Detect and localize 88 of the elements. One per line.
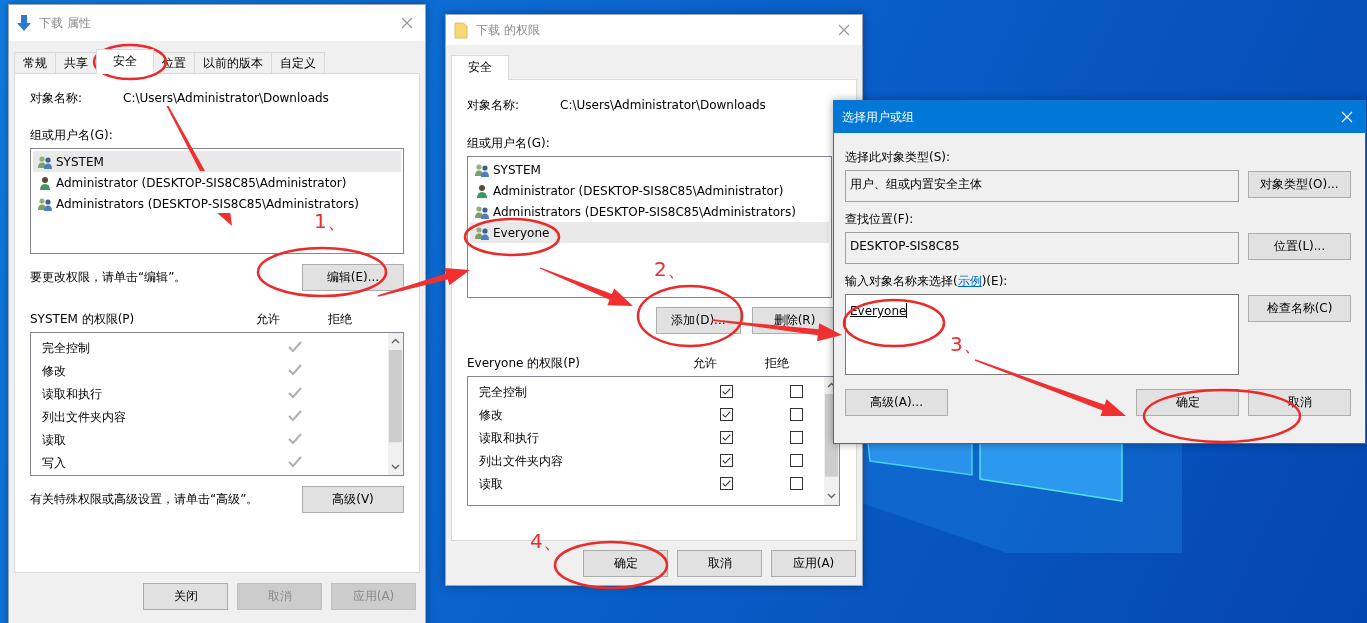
object-types-button[interactable]: 对象类型(O)... <box>1248 171 1351 198</box>
permission-name: 列出文件夹内容 <box>42 409 127 426</box>
user-group-icon <box>474 203 490 220</box>
permission-name: 读取和执行 <box>42 386 103 403</box>
dialog-button[interactable]: 关闭 <box>143 583 228 610</box>
checkbox[interactable] <box>790 407 803 421</box>
permission-name: 读取 <box>479 476 504 493</box>
dialog-button[interactable]: 确定 <box>1136 389 1239 416</box>
window-title: 选择用户或组 <box>842 108 915 126</box>
checkbox[interactable] <box>720 477 733 490</box>
user-list-item[interactable]: Administrators (DESKTOP-SIS8C85\Administrators) <box>470 201 829 222</box>
user-group-icon <box>474 161 490 178</box>
step-number: 4、 <box>530 530 563 552</box>
user-name: Administrator (DESKTOP-SIS8C85\Administrator) <box>56 175 347 190</box>
close-icon[interactable] <box>401 17 413 29</box>
advanced-button[interactable]: 高级(V) <box>302 486 404 513</box>
scrollbar[interactable] <box>388 333 403 475</box>
tab[interactable]: 自定义 <box>271 52 325 73</box>
advanced-button[interactable]: 高级(A)... <box>845 389 948 416</box>
folder-icon <box>454 21 468 39</box>
user-group-icon <box>37 153 53 170</box>
tab[interactable]: 常规 <box>14 52 56 73</box>
dialog-button[interactable]: 取消 <box>677 550 762 577</box>
user-list-item[interactable]: Administrator (DESKTOP-SIS8C85\Administrator) <box>33 172 401 193</box>
step-number: 3、 <box>950 333 983 355</box>
checkbox[interactable] <box>720 408 733 421</box>
checkbox[interactable] <box>790 453 803 467</box>
column-header: 拒绝 <box>765 355 789 371</box>
check-names-button[interactable]: 检查名称(C) <box>1248 295 1351 322</box>
permission-name: 列出文件夹内容 <box>479 453 564 470</box>
tab[interactable]: 安全 <box>451 55 509 80</box>
user-name: Administrators (DESKTOP-SIS8C85\Administrators) <box>56 196 359 211</box>
column-header: 拒绝 <box>328 311 352 327</box>
step-number: 2、 <box>654 258 687 280</box>
edit-hint: 要更改权限，请单击“编辑”。 <box>30 269 187 286</box>
location-field[interactable]: DESKTOP-SIS8C85 <box>845 232 1239 264</box>
location-label: 查找位置(F): <box>845 211 915 227</box>
add-button[interactable]: 添加(D)... <box>656 307 741 334</box>
permission-name: 写入 <box>42 455 67 472</box>
column-header: 允许 <box>256 311 280 327</box>
permission-name: 修改 <box>479 407 504 424</box>
groups-label: 组或用户名(G): <box>30 127 114 143</box>
object-type-label: 选择此对象类型(S): <box>845 149 952 165</box>
checkbox[interactable] <box>720 454 733 467</box>
permission-name: 完全控制 <box>42 340 91 357</box>
checkbox[interactable] <box>720 431 733 444</box>
user-name: Everyone <box>493 225 550 240</box>
dialog-button[interactable]: 确定 <box>583 550 668 577</box>
user-list-item[interactable]: Administrator (DESKTOP-SIS8C85\Administrator) <box>470 180 829 201</box>
examples-link[interactable]: 示例 <box>957 274 982 288</box>
permission-name: 完全控制 <box>479 384 528 401</box>
edit-button[interactable]: 编辑(E)... <box>302 264 404 291</box>
permissions-label: Everyone 的权限(P) <box>467 355 581 371</box>
checkbox[interactable] <box>720 385 733 398</box>
user-group-icon <box>37 195 53 212</box>
tab[interactable]: 安全 <box>96 49 154 74</box>
user-icon <box>37 174 53 191</box>
groups-label: 组或用户名(G): <box>467 135 551 151</box>
window-title: 下载 属性 <box>39 14 92 32</box>
checkbox[interactable] <box>790 430 803 444</box>
object-type-field[interactable]: 用户、组或内置安全主体 <box>845 170 1239 202</box>
user-name: Administrators (DESKTOP-SIS8C85\Administrators) <box>493 204 796 219</box>
down-arrow-icon <box>17 15 31 31</box>
object-path: C:\Users\Administrator\Downloads <box>123 90 330 106</box>
permission-name: 读取和执行 <box>479 430 540 447</box>
advanced-hint: 有关特殊权限或高级设置，请单击“高级”。 <box>30 491 259 508</box>
user-name: SYSTEM <box>493 162 541 177</box>
permission-name: 修改 <box>42 363 67 380</box>
permissions-label: SYSTEM 的权限(P) <box>30 311 136 327</box>
user-list-item[interactable]: SYSTEM <box>470 159 829 180</box>
user-name: SYSTEM <box>56 154 104 169</box>
locations-button[interactable]: 位置(L)... <box>1248 233 1351 260</box>
window-title: 下载 的权限 <box>476 21 541 39</box>
checkbox[interactable] <box>790 384 803 398</box>
dialog-button[interactable]: 应用(A) <box>771 550 856 577</box>
object-path: C:\Users\Administrator\Downloads <box>560 97 767 113</box>
user-icon <box>474 182 490 199</box>
user-list-item[interactable]: SYSTEM <box>33 151 401 172</box>
user-list-item[interactable]: Everyone <box>470 222 829 243</box>
user-group-icon <box>474 224 490 241</box>
object-names-label: 输入对象名称来选择(示例)(E): <box>845 273 1009 289</box>
user-name: Administrator (DESKTOP-SIS8C85\Administrator) <box>493 183 784 198</box>
checkbox[interactable] <box>790 476 803 490</box>
object-name-label: 对象名称: <box>467 97 521 113</box>
permission-name: 读取 <box>42 432 67 449</box>
column-header: 允许 <box>693 355 717 371</box>
close-icon[interactable] <box>838 24 850 36</box>
object-name-label: 对象名称: <box>30 90 84 106</box>
